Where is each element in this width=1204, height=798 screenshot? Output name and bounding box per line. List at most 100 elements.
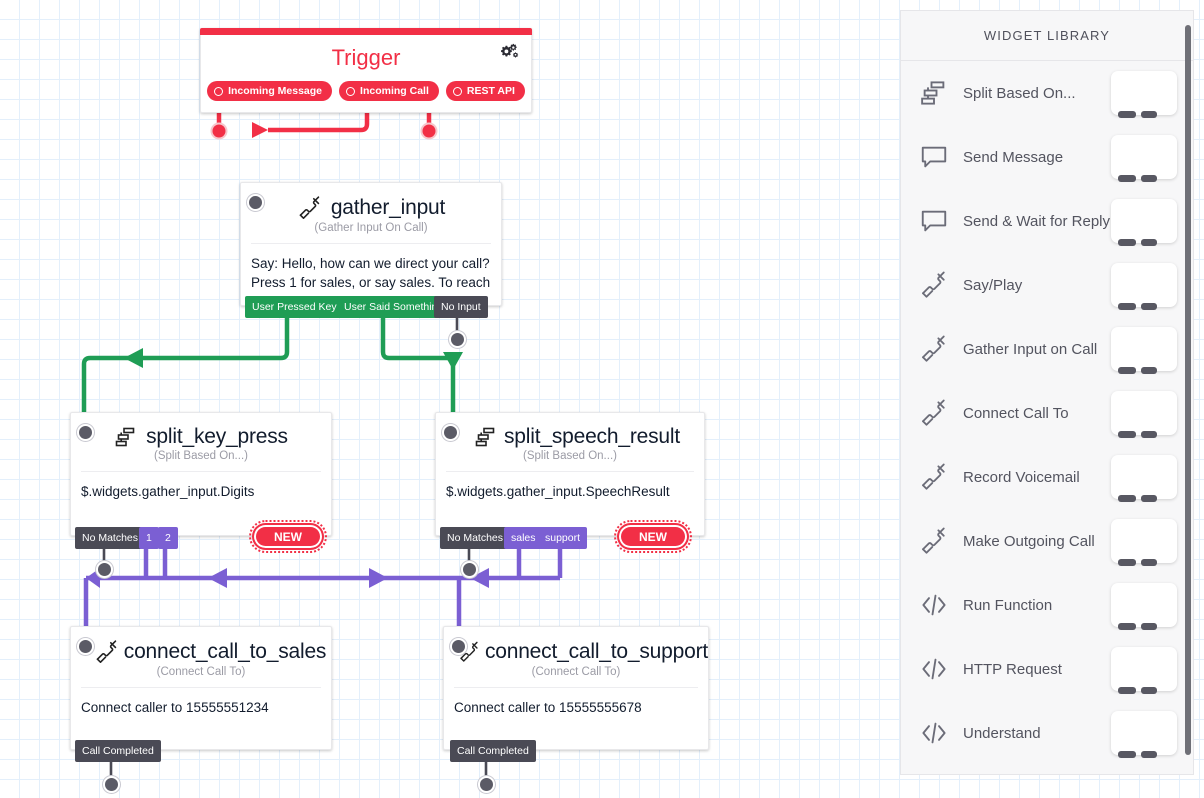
node-split-speech-result[interactable]: split_speech_result (Split Based On...) … [435,412,705,536]
output-tab-label: Call Completed [82,745,154,757]
output-tab-label: No Input [441,301,481,313]
node-connect-call-to-sales[interactable]: connect_call_to_sales (Connect Call To) … [70,626,332,750]
node-split-key-press[interactable]: split_key_press (Split Based On...) $.wi… [70,412,332,536]
trigger-pill-incoming-message[interactable]: Incoming Message [207,81,333,101]
preview-tab [1141,111,1157,118]
node-title: gather_input [330,196,446,219]
no-matches-endpoint-speech[interactable] [461,561,478,578]
node-title: connect_call_to_support [484,640,708,663]
trigger-node[interactable]: Trigger Incoming Message Incoming Call R… [200,28,532,113]
input-handle[interactable] [450,638,467,655]
output-tab-label: User Said Something [344,301,444,313]
library-item-label: Send Message [963,148,1064,166]
trigger-title: Trigger [331,45,401,70]
chat-bubble-icon [921,146,947,168]
output-tab-sales[interactable]: sales [504,527,543,549]
library-item-make-outgoing-call[interactable]: Make Outgoing Call [901,509,1193,573]
library-item-http-request[interactable]: HTTP Request [901,637,1193,701]
output-tab-digit-1[interactable]: 1 [139,527,159,549]
preview-tab [1141,751,1157,758]
call-completed-endpoint-sales[interactable] [103,776,120,793]
preview-tab [1118,687,1136,694]
node-subtitle: (Connect Call To) [156,666,246,678]
library-item-label: Split Based On... [963,84,1076,102]
output-tab-no-matches-speech[interactable]: No Matches [440,527,511,549]
library-item-preview-card[interactable] [1111,327,1177,374]
library-item-label: Run Function [963,596,1053,614]
preview-tab [1141,303,1157,310]
library-item-preview-card[interactable] [1111,135,1177,182]
no-input-endpoint[interactable] [449,331,466,348]
new-transition-button-keypress[interactable]: NEW [249,520,327,553]
library-item-record-voicemail[interactable]: Record Voicemail [901,445,1193,509]
library-item-preview-card[interactable] [1111,647,1177,694]
library-item-preview-card[interactable] [1111,711,1177,758]
input-handle[interactable] [77,424,94,441]
library-item-split-based-on[interactable]: Split Based On... [901,61,1193,125]
library-item-say-play[interactable]: Say/Play [901,253,1193,317]
phone-icon [922,399,945,426]
library-item-label: Record Voicemail [963,468,1080,486]
widget-library-list: Split Based On... Send Message Send & Wait… [901,61,1193,765]
node-gather-input[interactable]: gather_input (Gather Input On Call) Say:… [240,182,502,306]
preview-tab [1118,111,1136,118]
preview-tab [1118,431,1136,438]
input-handle[interactable] [77,638,94,655]
library-item-gather-input-on-call[interactable]: Gather Input on Call [901,317,1193,381]
library-item-preview-card[interactable] [1111,583,1177,630]
node-subtitle: (Split Based On...) [154,450,248,462]
input-handle[interactable] [442,424,459,441]
code-icon [922,658,946,680]
trigger-pill-row: Incoming Message Incoming Call REST API [201,81,531,101]
library-item-label: Understand [963,724,1041,742]
output-tab-no-input[interactable]: No Input [434,296,488,318]
library-item-connect-call-to[interactable]: Connect Call To [901,381,1193,445]
output-tab-label: User Pressed Keys [252,301,342,313]
new-button-label: NEW [274,529,302,544]
call-completed-endpoint-support[interactable] [478,776,495,793]
new-button-label: NEW [639,529,667,544]
node-body-text: $.widgets.gather_input.Digits [81,484,255,499]
node-title: connect_call_to_sales [123,640,327,663]
library-scrollbar[interactable] [1185,25,1191,755]
output-tab-label: support [545,532,581,544]
library-item-preview-card[interactable] [1111,71,1177,118]
output-tab-label: 2 [165,532,171,544]
library-item-label: Gather Input on Call [963,340,1098,358]
trigger-pill-label: Incoming Call [360,85,429,97]
library-item-label: Send & Wait for Reply [963,212,1111,230]
input-handle[interactable] [247,194,264,211]
node-connect-call-to-support[interactable]: connect_call_to_support (Connect Call To… [443,626,709,750]
output-tab-call-completed-sales[interactable]: Call Completed [75,740,161,762]
preview-tab [1141,495,1157,502]
output-tab-call-completed-support[interactable]: Call Completed [450,740,536,762]
new-transition-button-speech[interactable]: NEW [614,520,692,553]
split-icon [115,427,135,447]
preview-tab [1141,367,1157,374]
library-item-label: Make Outgoing Call [963,532,1095,550]
preview-tab [1118,239,1136,246]
trigger-pill-rest-api[interactable]: REST API [445,81,525,101]
output-tab-support[interactable]: support [538,527,588,549]
no-matches-endpoint-keypress[interactable] [96,561,113,578]
output-tab-digit-2[interactable]: 2 [158,527,178,549]
library-item-preview-card[interactable] [1111,455,1177,502]
library-item-preview-card[interactable] [1111,391,1177,438]
output-tab-no-matches-keypress[interactable]: No Matches [75,527,146,549]
circle-icon [214,86,224,96]
trigger-pill-incoming-call[interactable]: Incoming Call [339,81,439,101]
library-item-run-function[interactable]: Run Function [901,573,1193,637]
output-tab-user-pressed-keys[interactable]: User Pressed Keys [245,296,349,318]
gears-icon[interactable] [499,41,521,63]
library-item-send-message[interactable]: Send Message [901,125,1193,189]
library-item-preview-card[interactable] [1111,263,1177,310]
preview-tab [1118,367,1136,374]
library-item-send-wait-for-reply[interactable]: Send & Wait for Reply [901,189,1193,253]
split-icon [475,427,495,447]
widget-library-title: WIDGET LIBRARY [901,11,1193,61]
node-header: split_key_press [71,413,331,449]
library-item-understand[interactable]: Understand [901,701,1193,765]
library-item-preview-card[interactable] [1111,519,1177,566]
preview-tab [1141,623,1157,630]
library-item-preview-card[interactable] [1111,199,1177,246]
